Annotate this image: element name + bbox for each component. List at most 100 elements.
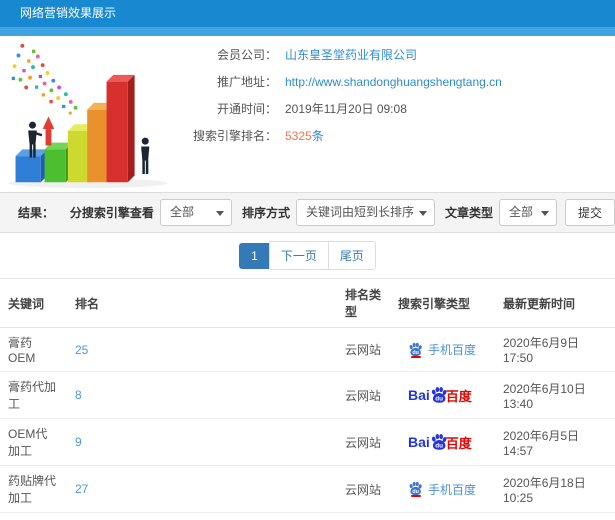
up-arrow-icon xyxy=(42,116,55,146)
mobile-baidu-paw: du xyxy=(408,481,423,498)
header-updated: 最新更新时间 xyxy=(495,278,615,328)
article-type-select-value: 全部 xyxy=(508,205,533,219)
updated-cell: 2020年6月5日 14:57 xyxy=(495,418,615,466)
sort-select[interactable]: 关键词由短到长排序 xyxy=(295,199,435,226)
rank-cell: 27 xyxy=(67,465,337,513)
keyword-cell: 膏药代加工 xyxy=(0,371,67,419)
svg-text:du: du xyxy=(412,489,419,495)
article-type-select[interactable]: 全部 xyxy=(498,199,557,226)
engine-cell: du 手机百度 xyxy=(390,465,495,513)
rank-type-cell: 云网站 xyxy=(337,465,390,513)
svg-text:du: du xyxy=(435,443,443,450)
chevron-down-icon xyxy=(540,211,549,216)
rank-link[interactable]: 8 xyxy=(75,388,82,402)
company-link[interactable]: 山东皇圣堂药业有限公司 xyxy=(285,46,417,63)
sort-label: 排序方式 xyxy=(241,206,290,220)
rank-count-label: 搜索引擎排名： xyxy=(192,129,277,143)
keyword-cell: 北京膏药贴牌 xyxy=(0,512,67,520)
keyword-cell: OEM代加工 xyxy=(0,418,67,466)
member-info-list: 会员公司： 山东皇圣堂药业有限公司 推广地址： http://www.shand… xyxy=(185,46,615,154)
baidu-logo-bai: Bai xyxy=(408,434,430,450)
sort-select-value: 关键词由短到长排序 xyxy=(305,205,414,219)
engine-view-label: 分搜索引擎查看 xyxy=(69,206,154,220)
table-row: 药贴牌代加工 27 云网站 du 手机百度 2020年6月18日 10:25 xyxy=(0,465,615,513)
table-header-row: 关键词 排名 排名类型 搜索引擎类型 最新更新时间 xyxy=(0,278,615,328)
businessman-right xyxy=(141,137,150,175)
keyword-cell: 膏药OEM xyxy=(0,327,67,372)
info-row-company: 会员公司： 山东皇圣堂药业有限公司 xyxy=(185,46,615,63)
bar-red xyxy=(106,74,135,183)
table-row: 北京膏药贴牌 1 云网站 Baidu百度 2020年6月11日 11:18 xyxy=(0,512,615,520)
rank-cell: 8 xyxy=(67,371,337,419)
updated-cell: 2020年6月11日 11:18 xyxy=(495,512,615,520)
baidu-logo-bai: Bai xyxy=(408,387,430,403)
info-row-open-time: 开通时间： 2019年11月20日 09:08 xyxy=(185,100,615,117)
promo-url-link[interactable]: http://www.shandonghuangshengtang.cn xyxy=(285,75,502,89)
baidu-paw-icon: du xyxy=(409,482,422,495)
baidu-logo: Bai du 百度 xyxy=(408,386,472,405)
rank-type-cell: 云网站 xyxy=(337,418,390,466)
table-row: 膏药代加工 8 云网站 Bai du 百度 2020年6月10日 13:40 xyxy=(0,371,615,419)
table-row: 膏药OEM 25 云网站 du 手机百度 2020年6月9日 17:50 xyxy=(0,327,615,372)
rank-cell: 25 xyxy=(67,327,337,372)
header-rank-type: 排名类型 xyxy=(337,278,390,328)
info-row-url: 推广地址： http://www.shandonghuangshengtang.… xyxy=(185,73,615,90)
rank-cell: 9 xyxy=(67,418,337,466)
rank-type-cell: 云网站 xyxy=(337,371,390,419)
mobile-baidu-label: 手机百度 xyxy=(428,343,477,357)
updated-cell: 2020年6月9日 17:50 xyxy=(495,327,615,372)
page-title: 网络营销效果展示 xyxy=(20,6,117,20)
rank-count-suffix: 条 xyxy=(311,129,324,143)
results-table: 关键词 排名 排名类型 搜索引擎类型 最新更新时间 膏药OEM 25 云网站 d… xyxy=(0,278,615,520)
chevron-down-icon xyxy=(418,211,427,216)
header-accent-strip xyxy=(0,27,615,36)
page-number-current[interactable]: 1 xyxy=(239,242,270,269)
table-row: OEM代加工 9 云网站 Bai du 百度 2020年6月5日 14:57 xyxy=(0,418,615,466)
svg-text:du: du xyxy=(412,350,419,356)
mobile-baidu-logo: du 手机百度 xyxy=(408,481,476,498)
page-next-button[interactable]: 下一页 xyxy=(268,241,329,270)
keyword-cell: 药贴牌代加工 xyxy=(0,465,67,513)
updated-cell: 2020年6月10日 13:40 xyxy=(495,371,615,419)
info-row-rank-count: 搜索引擎排名： 5325条 xyxy=(185,127,615,144)
engine-view-select[interactable]: 全部 xyxy=(159,199,232,226)
baidu-paw-icon: du xyxy=(409,342,422,356)
page-header: 网络营销效果展示 xyxy=(0,0,615,27)
confetti-dots xyxy=(11,43,78,115)
filter-bar: 结果： 分搜索引擎查看 全部 排序方式 关键词由短到长排序 文章类型 全部 提交 xyxy=(0,192,615,233)
promo-url-label: 推广地址： xyxy=(216,75,277,89)
rank-link[interactable]: 9 xyxy=(75,435,82,449)
engine-cell: du 手机百度 xyxy=(390,327,495,372)
open-time-label: 开通时间： xyxy=(216,102,277,116)
engine-cell: Baidu百度 xyxy=(390,418,495,466)
mobile-baidu-logo: du 手机百度 xyxy=(408,341,476,358)
updated-cell: 2020年6月18日 10:25 xyxy=(495,465,615,513)
baidu-logo: Bai du 百度 xyxy=(408,433,472,452)
article-type-label: 文章类型 xyxy=(444,206,493,220)
rank-link[interactable]: 25 xyxy=(75,343,88,357)
page-last-button[interactable]: 尾页 xyxy=(327,241,376,270)
pagination: 1 下一页 尾页 xyxy=(0,233,615,278)
header-engine-type: 搜索引擎类型 xyxy=(390,278,495,328)
submit-button[interactable]: 提交 xyxy=(564,199,615,226)
growth-chart-illustration xyxy=(8,43,168,189)
chevron-down-icon xyxy=(215,211,224,216)
svg-text:du: du xyxy=(435,396,443,403)
engine-cell: Baidu百度 xyxy=(390,371,495,419)
engine-view-select-value: 全部 xyxy=(169,205,194,219)
rank-type-cell: 云网站 xyxy=(337,327,390,372)
open-time-value: 2019年11月20日 09:08 xyxy=(285,102,407,116)
results-table-body: 膏药OEM 25 云网站 du 手机百度 2020年6月9日 17:50 膏药代加… xyxy=(0,327,615,520)
mobile-baidu-label: 手机百度 xyxy=(428,482,477,497)
mobile-baidu-paw: du xyxy=(408,341,423,358)
rank-type-cell: 云网站 xyxy=(337,512,390,520)
header-rank: 排名 xyxy=(67,278,337,328)
rank-count-value: 5325 xyxy=(285,129,312,143)
info-section: 会员公司： 山东皇圣堂药业有限公司 推广地址： http://www.shand… xyxy=(0,36,615,192)
engine-cell: Baidu百度 xyxy=(390,512,495,520)
rank-link[interactable]: 27 xyxy=(75,482,88,496)
header-keyword: 关键词 xyxy=(0,278,67,328)
baidu-logo-cn: 百度 xyxy=(445,435,472,451)
rank-cell: 1 xyxy=(67,512,337,520)
baidu-logo-cn: 百度 xyxy=(445,388,472,404)
